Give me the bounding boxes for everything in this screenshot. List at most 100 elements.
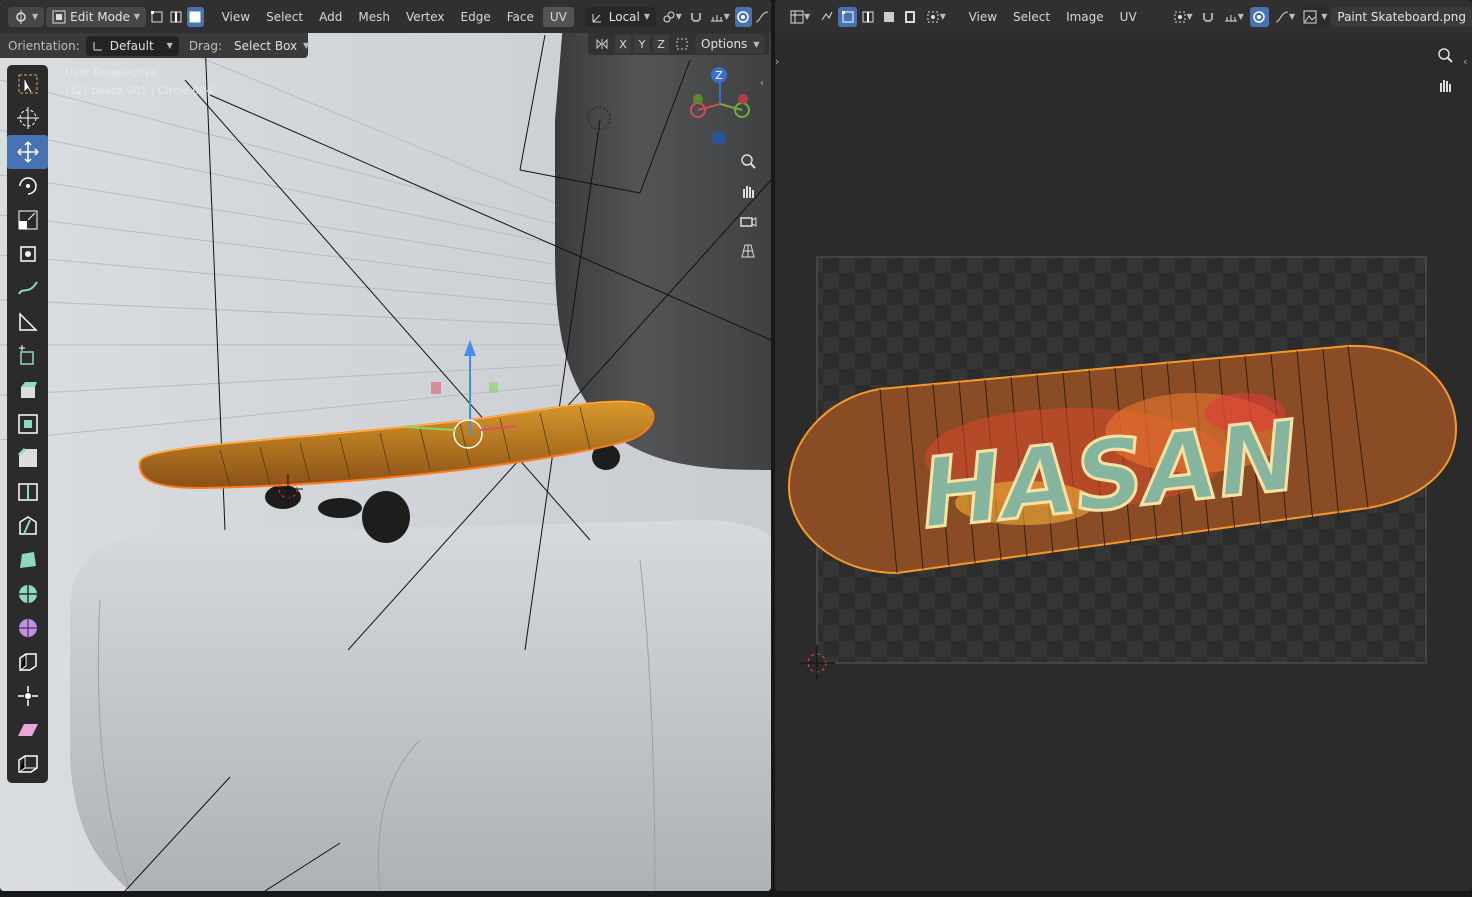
chevron-down-icon: ▼ (1237, 12, 1244, 21)
uv-pan-button[interactable] (1433, 73, 1457, 97)
uv-sticky-select[interactable]: ▼ (922, 7, 950, 27)
uv-canvas[interactable]: HASAN (775, 33, 1472, 891)
uv-editor[interactable]: ▼ ▼ View Select Image UV ▼ ▼ ▼ ▼ Paint S… (775, 0, 1472, 891)
tool-loop-cut[interactable] (7, 475, 48, 509)
menu-face[interactable]: Face (500, 7, 541, 27)
uv-pivot-button[interactable]: ▼ (1168, 7, 1196, 27)
uv-edge-select[interactable] (859, 7, 878, 27)
uv-menu-select[interactable]: Select (1006, 7, 1057, 27)
zoom-icon (741, 154, 756, 169)
bevel-icon (17, 447, 37, 467)
sidebar-toggle-icon[interactable]: ‹ (760, 78, 764, 89)
grid-icon (741, 244, 755, 258)
tool-rip-region[interactable] (7, 747, 48, 781)
uv-face-select[interactable] (880, 7, 899, 27)
camera-view-button[interactable] (736, 209, 760, 233)
proportional-edit-toggle[interactable] (734, 6, 752, 27)
uv-vertex-select[interactable] (838, 6, 857, 27)
uv-island-select[interactable] (901, 7, 920, 27)
image-name-field[interactable]: Paint Skateboard.png (1331, 6, 1472, 27)
edge-select-icon (170, 11, 182, 22)
menu-uv[interactable]: UV (542, 6, 574, 27)
tool-bevel[interactable] (7, 441, 48, 475)
cursor-icon (16, 107, 39, 129)
tool-select-box[interactable] (7, 67, 48, 101)
uv-editor-type-button[interactable]: ▼ (785, 7, 815, 27)
face-select-button[interactable] (186, 6, 204, 27)
pivot-point-button[interactable]: ▼ (658, 7, 686, 27)
pan-button[interactable] (736, 179, 760, 203)
uv-vertex-select-icon (841, 10, 854, 22)
uv-sync-toggle[interactable] (817, 7, 836, 27)
tool-scale[interactable] (7, 203, 48, 237)
tool-shrink-fatten[interactable] (7, 679, 48, 713)
navigation-gizmo[interactable]: Z (685, 62, 755, 152)
edge-select-button[interactable] (167, 7, 184, 27)
uv-menu-uv[interactable]: UV (1113, 7, 1144, 27)
tool-add-cube[interactable] (7, 339, 48, 373)
tool-extrude[interactable] (7, 373, 48, 407)
gizmo-neg-z[interactable] (712, 131, 726, 145)
snap-increment-icon (1224, 14, 1237, 21)
zoom-button[interactable] (736, 149, 760, 173)
tool-transform[interactable] (7, 237, 48, 271)
tool-cursor[interactable] (7, 101, 48, 135)
menu-edge[interactable]: Edge (454, 7, 498, 27)
tool-poly-build[interactable] (7, 543, 48, 577)
tool-inset[interactable] (7, 407, 48, 441)
tool-measure[interactable] (7, 305, 48, 339)
menu-view[interactable]: View (215, 7, 257, 27)
shrink-fatten-icon (17, 686, 38, 706)
mirror-button[interactable] (592, 34, 612, 54)
uv-snap-target[interactable]: ▼ (1220, 7, 1248, 27)
gizmo-neg-y[interactable] (693, 94, 703, 104)
tool-knife[interactable] (7, 509, 48, 543)
perspective-toggle-button[interactable] (736, 239, 760, 263)
uv-zoom-button[interactable] (1433, 43, 1457, 67)
hand-icon (743, 186, 754, 198)
viewport-scene[interactable] (0, 0, 771, 891)
axis-z-toggle[interactable]: Z (653, 35, 669, 53)
gizmo-neg-x[interactable] (738, 94, 748, 104)
image-browse-button[interactable]: ▼ (1301, 6, 1330, 27)
menu-add[interactable]: Add (312, 7, 349, 27)
axis-x-toggle[interactable]: X (615, 35, 631, 53)
rip-region-icon (17, 755, 38, 773)
falloff-button[interactable] (754, 7, 771, 27)
orientation-dropdown[interactable]: Default ▼ (85, 35, 179, 56)
tool-move[interactable] (7, 135, 48, 169)
mode-dropdown[interactable]: Edit Mode ▼ (46, 6, 147, 27)
uv-face-select-icon (884, 11, 895, 22)
snap-increment-icon (710, 14, 723, 21)
menu-vertex[interactable]: Vertex (399, 7, 452, 27)
uv-proportional-edit[interactable] (1250, 6, 1269, 27)
chevron-down-icon: ▼ (166, 41, 173, 50)
options-dropdown[interactable]: Options ▼ (695, 34, 766, 54)
tool-annotate[interactable] (7, 271, 48, 305)
auto-merge-button[interactable] (672, 34, 692, 54)
tool-shear[interactable] (7, 713, 48, 747)
transform-orientation-dropdown[interactable]: Local ▼ (584, 6, 657, 27)
sidebar-expand-icon[interactable]: ‹ (1463, 55, 1467, 68)
uv-snap-toggle[interactable] (1199, 7, 1218, 27)
editor-type-button[interactable]: ▼ (8, 6, 45, 27)
tool-edge-slide[interactable] (7, 645, 48, 679)
uv-menu-view[interactable]: View (962, 7, 1004, 27)
move-icon (16, 141, 39, 163)
tool-rotate[interactable] (7, 169, 48, 203)
uv-falloff-button[interactable]: ▼ (1271, 7, 1299, 27)
menu-mesh[interactable]: Mesh (351, 7, 397, 27)
toolbar-expand-icon[interactable]: › (775, 55, 779, 68)
tool-smooth[interactable] (7, 611, 48, 645)
menu-select[interactable]: Select (259, 7, 310, 27)
axis-y-toggle[interactable]: Y (634, 35, 650, 53)
snap-target-button[interactable]: ▼ (707, 7, 733, 27)
pivot-icon (663, 11, 675, 22)
vertex-select-button[interactable] (148, 7, 165, 27)
chevron-down-icon: ▼ (939, 12, 946, 21)
3d-viewport[interactable]: ▼ Edit Mode ▼ View Select Add Mesh Verte… (0, 0, 771, 891)
drag-dropdown[interactable]: Select Box ▼ (228, 35, 309, 56)
snap-toggle[interactable] (688, 7, 705, 27)
uv-menu-image[interactable]: Image (1059, 7, 1111, 27)
tool-spin[interactable] (7, 577, 48, 611)
